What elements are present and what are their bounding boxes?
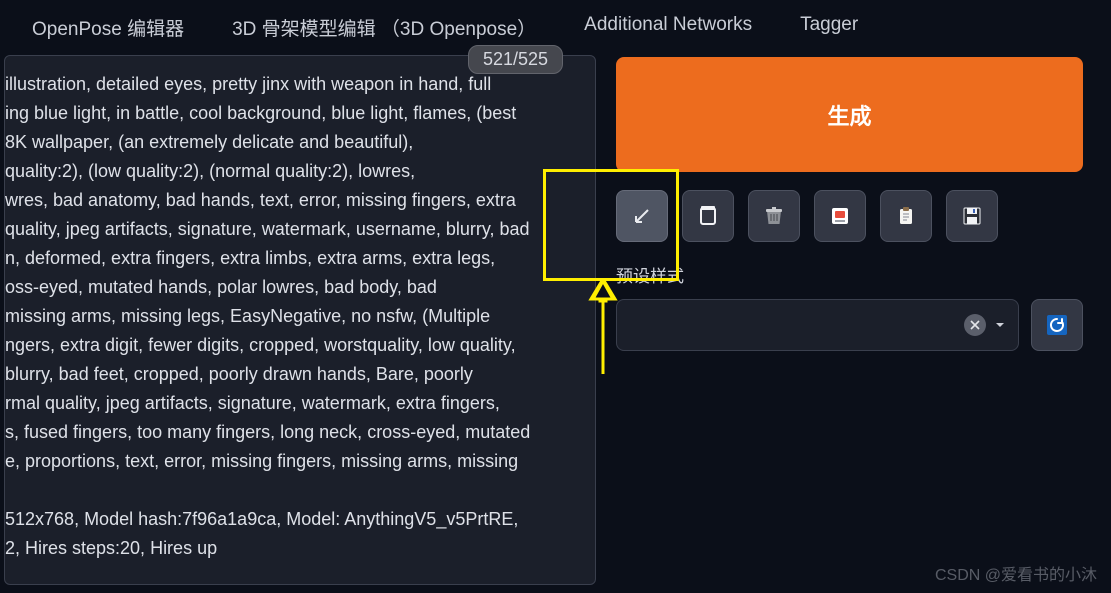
preset-select[interactable] [616,299,1019,351]
trash-button[interactable] [748,190,800,242]
trash-icon [763,205,785,227]
arrow-expand-button[interactable] [616,190,668,242]
save-icon [961,205,983,227]
tab-tagger[interactable]: Tagger [800,14,858,41]
save-button[interactable] [946,190,998,242]
art-icon [829,205,851,227]
tab-openpose[interactable]: OpenPose 编辑器 [32,14,184,41]
refresh-button[interactable] [1031,299,1083,351]
generate-button[interactable]: 生成 [616,57,1083,172]
tab-3d-skeleton[interactable]: 3D 骨架模型编辑 （3D Openpose） [232,14,536,41]
watermark: CSDN @爱看书的小沐 [935,561,1097,585]
arrow-expand-icon [632,206,652,226]
art-button[interactable] [814,190,866,242]
preset-label: 预设样式 [616,262,1083,287]
clipboard-icon [895,205,917,227]
new-doc-button[interactable] [682,190,734,242]
tab-additional-networks[interactable]: Additional Networks [584,14,752,41]
clear-preset-button[interactable] [964,314,986,336]
clipboard-button[interactable] [880,190,932,242]
chevron-down-icon [994,319,1006,331]
close-icon [970,320,980,330]
token-counter: 521/525 [468,45,563,74]
new-doc-icon [696,204,720,228]
toolbar [616,190,1083,242]
refresh-icon [1045,313,1069,337]
prompt-textarea[interactable]: illustration, detailed eyes, pretty jinx… [4,55,596,585]
